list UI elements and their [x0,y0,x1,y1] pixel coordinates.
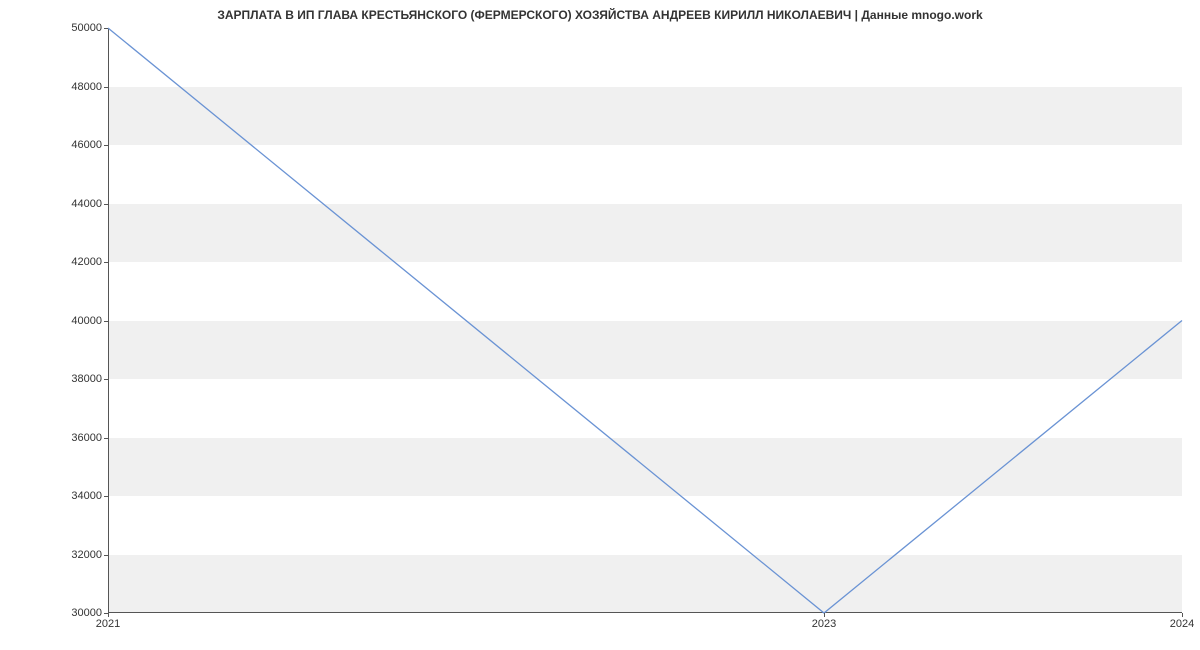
y-tick-label: 50000 [12,22,102,34]
y-tick-mark [104,28,108,29]
chart-title: ЗАРПЛАТА В ИП ГЛАВА КРЕСТЬЯНСКОГО (ФЕРМЕ… [0,8,1200,22]
x-tick-mark [1182,613,1183,617]
y-tick-label: 34000 [12,490,102,502]
line-series [108,28,1182,613]
y-tick-mark [104,379,108,380]
y-tick-label: 48000 [12,81,102,93]
y-tick-mark [104,438,108,439]
y-tick-label: 36000 [12,432,102,444]
y-tick-label: 42000 [12,256,102,268]
x-tick-mark [108,613,109,617]
y-tick-label: 38000 [12,373,102,385]
y-tick-mark [104,262,108,263]
y-tick-mark [104,145,108,146]
x-tick-mark [824,613,825,617]
y-tick-mark [104,496,108,497]
x-tick-label: 2024 [1170,618,1194,630]
y-tick-mark [104,87,108,88]
y-tick-label: 44000 [12,198,102,210]
chart-plot-area [108,28,1182,613]
y-tick-label: 32000 [12,549,102,561]
y-tick-label: 46000 [12,139,102,151]
x-tick-label: 2021 [96,618,120,630]
x-tick-label: 2023 [812,618,836,630]
y-tick-mark [104,321,108,322]
y-tick-mark [104,204,108,205]
y-tick-mark [104,555,108,556]
y-tick-label: 30000 [12,607,102,619]
y-tick-label: 40000 [12,315,102,327]
